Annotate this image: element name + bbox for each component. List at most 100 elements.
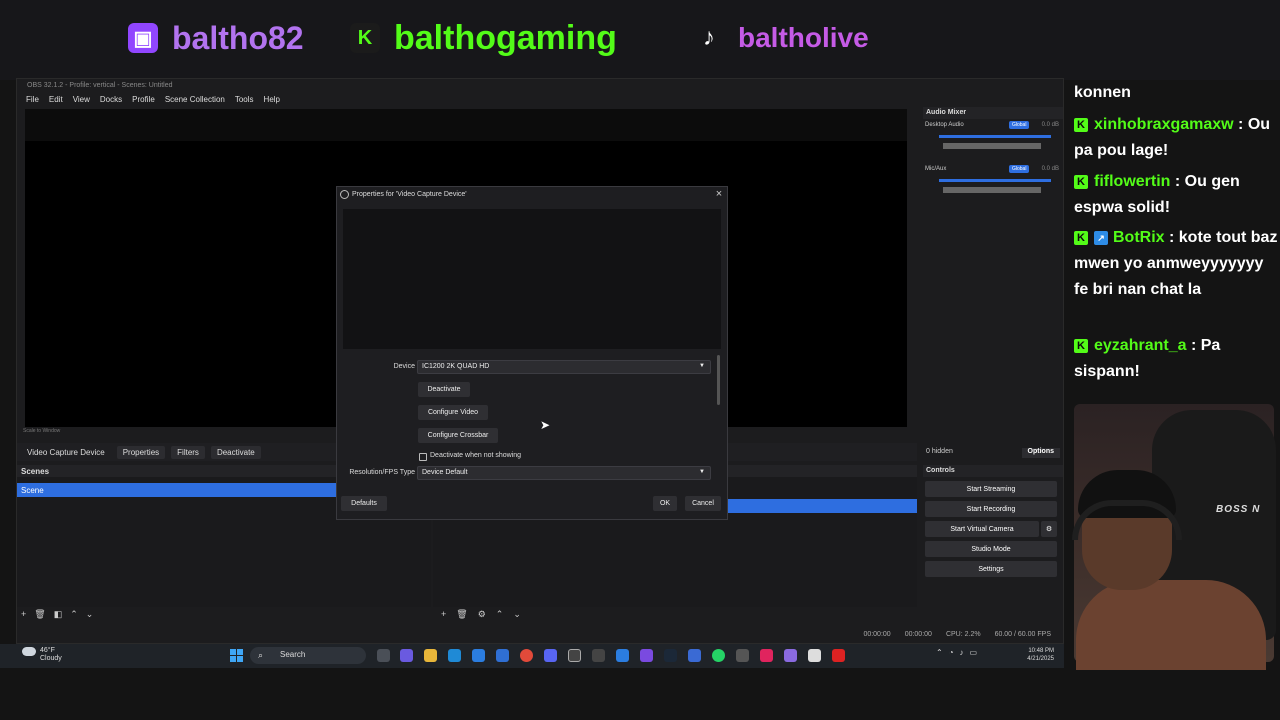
tiktok-name: baltholive [738,22,869,53]
fps-readout: 60.00 / 60.00 FPS [994,630,1051,638]
capture-preview [343,209,721,349]
chat-message: konnen [1074,80,1278,106]
chair-logo: BOSS N [1216,504,1261,515]
add-scene-icon[interactable]: + [21,609,26,621]
app-icon[interactable] [808,649,821,662]
deactivate-toolbar-button[interactable]: Deactivate [210,445,261,459]
virtual-camera-settings-icon[interactable]: ⚙ [1041,521,1057,537]
app-icon[interactable] [832,649,845,662]
source-row[interactable] [727,483,917,495]
scene-item[interactable]: Scene [17,483,337,497]
configure-crossbar-button[interactable]: Configure Crossbar [418,428,498,443]
properties-button[interactable]: Properties [116,445,166,459]
source-up-icon[interactable]: ⌃ [496,609,504,621]
remove-scene-icon[interactable]: 🗑 [34,609,45,621]
mouse-cursor-icon: ➤ [540,418,551,432]
move-down-icon[interactable]: ⌄ [86,609,94,621]
dialog-title: Properties for 'Video Capture Device' [352,191,467,198]
menu-file[interactable]: File [21,93,44,107]
remove-source-icon[interactable]: 🗑 [456,609,467,621]
app-icon[interactable] [640,649,653,662]
menu-docks[interactable]: Docks [95,93,127,107]
app-icon[interactable] [400,649,413,662]
file-explorer-icon[interactable] [424,649,437,662]
task-view-icon[interactable] [377,649,390,662]
hidden-count: 0 hidden [926,448,953,455]
start-virtual-camera-button[interactable]: Start Virtual Camera [925,521,1039,537]
audio-mixer-header: Audio Mixer [923,107,1063,119]
twitch-name: baltho82 [172,19,304,56]
clock-date: 4/21/2025 [1027,656,1054,662]
volume-slider[interactable] [939,179,1051,182]
source-name: Video Capture Device [27,447,105,457]
menu-edit[interactable]: Edit [44,93,68,107]
add-source-icon[interactable]: + [441,609,446,621]
close-icon[interactable]: × [713,188,725,200]
chat-text: konnen [1074,84,1131,101]
ok-button[interactable]: OK [653,496,677,511]
taskbar-clock[interactable]: 10:48 PM 4/21/2025 [1020,647,1054,663]
app-icon[interactable] [784,649,797,662]
cancel-button[interactable]: Cancel [685,496,721,511]
source-down-icon[interactable]: ⌄ [513,609,521,621]
source-settings-icon[interactable]: ⚙ [478,609,486,621]
discord-icon[interactable] [544,649,557,662]
channel-tag[interactable]: Global [1009,165,1030,173]
steam-icon[interactable] [664,649,677,662]
scenes-footer: + 🗑 ◧ ⌃ ⌄ [17,607,431,623]
chat-user: fiflowertin [1094,173,1171,190]
tiktok-icon: ♪ [703,24,715,51]
stream-layout: ▣ baltho82 K balthogaming ♪ baltholive O… [0,0,1280,720]
channel-tag[interactable]: Global [1009,121,1030,129]
move-up-icon[interactable]: ⌃ [70,609,78,621]
scene-filters-icon[interactable]: ◧ [54,609,63,621]
device-select[interactable]: IC1200 2K QUAD HD ▼ [417,360,711,374]
kick-badge-icon: K [1074,118,1088,132]
battery-icon[interactable]: ▭ [970,648,978,657]
mail-icon[interactable] [496,649,509,662]
obs-taskbar-icon[interactable] [568,649,581,662]
volume-icon[interactable]: ♪ [960,648,964,657]
menu-scene-collection[interactable]: Scene Collection [160,93,230,107]
volume-slider[interactable] [939,135,1051,138]
app-icon[interactable] [688,649,701,662]
scale-to-window[interactable]: Scale to Window [23,428,60,434]
filters-button[interactable]: Filters [171,445,205,459]
scrollbar[interactable] [717,355,720,405]
source-row-selected[interactable] [727,499,917,513]
resolution-select[interactable]: Device Default ▼ [417,466,711,480]
app-icon[interactable] [736,649,749,662]
deactivate-checkbox[interactable] [419,453,427,461]
defaults-button[interactable]: Defaults [341,496,387,511]
chat-message: Kxinhobraxgamaxw : Ou pa pou lage! [1074,116,1271,159]
streamer-body [1076,580,1266,670]
windows-start-icon[interactable] [230,649,243,662]
desktop-audio-channel: Desktop Audio Global 0.0 dB [923,121,1063,161]
settings-button[interactable]: Settings [925,561,1057,577]
menu-tools[interactable]: Tools [230,93,259,107]
chat-overlay: konnen Kxinhobraxgamaxw : Ou pa pou lage… [1064,78,1280,408]
app-icon[interactable] [592,649,605,662]
menu-view[interactable]: View [68,93,95,107]
store-icon[interactable] [472,649,485,662]
start-streaming-button[interactable]: Start Streaming [925,481,1057,497]
resolution-label: Resolution/FPS Type [349,469,415,476]
chevron-up-icon[interactable]: ⌃ [936,648,943,657]
whatsapp-icon[interactable] [712,649,725,662]
chrome-icon[interactable] [520,649,533,662]
deactivate-button[interactable]: Deactivate [418,382,470,397]
edge-icon[interactable] [448,649,461,662]
cloud-icon [22,647,36,656]
start-recording-button[interactable]: Start Recording [925,501,1057,517]
taskbar-search[interactable]: Search [250,647,366,664]
configure-video-button[interactable]: Configure Video [418,405,488,420]
menu-help[interactable]: Help [259,93,285,107]
kick-icon: K [350,23,380,53]
menu-profile[interactable]: Profile [127,93,160,107]
options-button[interactable]: Options [1021,448,1060,458]
network-icon[interactable]: ◔ [949,648,954,657]
app-icon[interactable] [760,649,773,662]
deactivate-checkbox-label: Deactivate when not showing [430,452,522,459]
app-icon[interactable] [616,649,629,662]
studio-mode-button[interactable]: Studio Mode [925,541,1057,557]
